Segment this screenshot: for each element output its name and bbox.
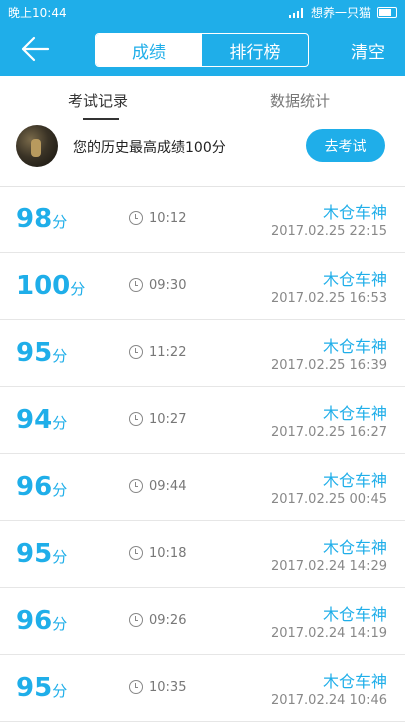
clock-icon xyxy=(129,278,143,292)
record-score: 100分 xyxy=(16,271,86,301)
clear-button[interactable]: 清空 xyxy=(351,38,385,63)
clock-icon xyxy=(129,211,143,225)
back-button[interactable] xyxy=(20,34,52,64)
record-score: 95分 xyxy=(16,539,68,569)
back-arrow-icon xyxy=(21,36,50,62)
app-bar: 成绩 排行榜 清空 xyxy=(0,22,405,76)
tab-exam-records[interactable]: 考试记录 xyxy=(68,90,128,111)
clock-icon xyxy=(129,680,143,694)
record-score: 94分 xyxy=(16,405,68,435)
record-date: 2017.02.24 14:19 xyxy=(270,626,387,641)
active-tab-indicator xyxy=(83,118,119,120)
clock-icon xyxy=(129,412,143,426)
record-row[interactable]: 95分 10:18 木仓车神 2017.02.24 14:29 xyxy=(0,521,405,588)
record-score: 98分 xyxy=(16,204,68,234)
record-row[interactable]: 96分 09:44 木仓车神 2017.02.25 00:45 xyxy=(0,454,405,521)
status-indicators: 想养一只猫 xyxy=(288,4,397,21)
record-date: 2017.02.25 16:27 xyxy=(270,425,387,440)
records-list: 98分 10:12 木仓车神 2017.02.25 22:15 100分 09:… xyxy=(0,186,405,722)
record-score: 95分 xyxy=(16,673,68,703)
record-duration: 11:22 xyxy=(149,345,187,360)
tab-statistics[interactable]: 数据统计 xyxy=(270,90,330,111)
record-score: 96分 xyxy=(16,472,68,502)
record-date: 2017.02.25 22:15 xyxy=(270,224,387,239)
record-user-name: 木仓车神 xyxy=(322,538,387,557)
record-date: 2017.02.25 00:45 xyxy=(270,492,387,507)
record-duration: 10:27 xyxy=(149,412,187,427)
record-duration: 09:26 xyxy=(149,613,187,628)
clock-icon xyxy=(129,613,143,627)
carrier-name: 想养一只猫 xyxy=(310,6,371,20)
record-duration: 09:30 xyxy=(149,278,187,293)
record-row[interactable]: 96分 09:26 木仓车神 2017.02.24 14:19 xyxy=(0,588,405,655)
avatar xyxy=(16,125,58,167)
record-row[interactable]: 98分 10:12 木仓车神 2017.02.25 22:15 xyxy=(0,186,405,253)
record-score: 95分 xyxy=(16,338,68,368)
record-user-name: 木仓车神 xyxy=(322,270,387,289)
clock-icon xyxy=(129,546,143,560)
start-exam-button[interactable]: 去考试 xyxy=(306,129,385,162)
best-score-text: 您的历史最高成绩100分 xyxy=(73,140,226,156)
status-bar: 晚上10:44 想养一只猫 xyxy=(0,0,405,22)
status-time: 晚上10:44 xyxy=(8,6,67,20)
record-date: 2017.02.24 14:29 xyxy=(270,559,387,574)
record-duration: 09:44 xyxy=(149,479,187,494)
record-row[interactable]: 100分 09:30 木仓车神 2017.02.25 16:53 xyxy=(0,253,405,320)
record-date: 2017.02.25 16:53 xyxy=(270,291,387,306)
segment-scores[interactable]: 成绩 xyxy=(96,34,202,66)
record-duration: 10:12 xyxy=(149,211,187,226)
clock-icon xyxy=(129,345,143,359)
record-user-name: 木仓车神 xyxy=(322,471,387,490)
record-date: 2017.02.25 16:39 xyxy=(270,358,387,373)
segment-control: 成绩 排行榜 xyxy=(95,33,309,67)
record-user-name: 木仓车神 xyxy=(322,404,387,423)
record-row[interactable]: 95分 11:22 木仓车神 2017.02.25 16:39 xyxy=(0,320,405,387)
clock-icon xyxy=(129,479,143,493)
best-score-summary: 您的历史最高成绩100分 去考试 xyxy=(0,122,405,187)
record-user-name: 木仓车神 xyxy=(322,337,387,356)
record-score: 96分 xyxy=(16,606,68,636)
signal-icon xyxy=(288,7,305,18)
record-user-name: 木仓车神 xyxy=(322,203,387,222)
record-duration: 10:35 xyxy=(149,680,187,695)
record-row[interactable]: 95分 10:35 木仓车神 2017.02.24 10:46 xyxy=(0,655,405,722)
record-duration: 10:18 xyxy=(149,546,187,561)
record-user-name: 木仓车神 xyxy=(322,672,387,691)
tab-bar: 考试记录 数据统计 xyxy=(0,76,405,122)
record-user-name: 木仓车神 xyxy=(322,605,387,624)
record-date: 2017.02.24 10:46 xyxy=(270,693,387,708)
segment-ranking[interactable]: 排行榜 xyxy=(202,34,308,66)
record-row[interactable]: 94分 10:27 木仓车神 2017.02.25 16:27 xyxy=(0,387,405,454)
battery-icon xyxy=(377,7,397,18)
